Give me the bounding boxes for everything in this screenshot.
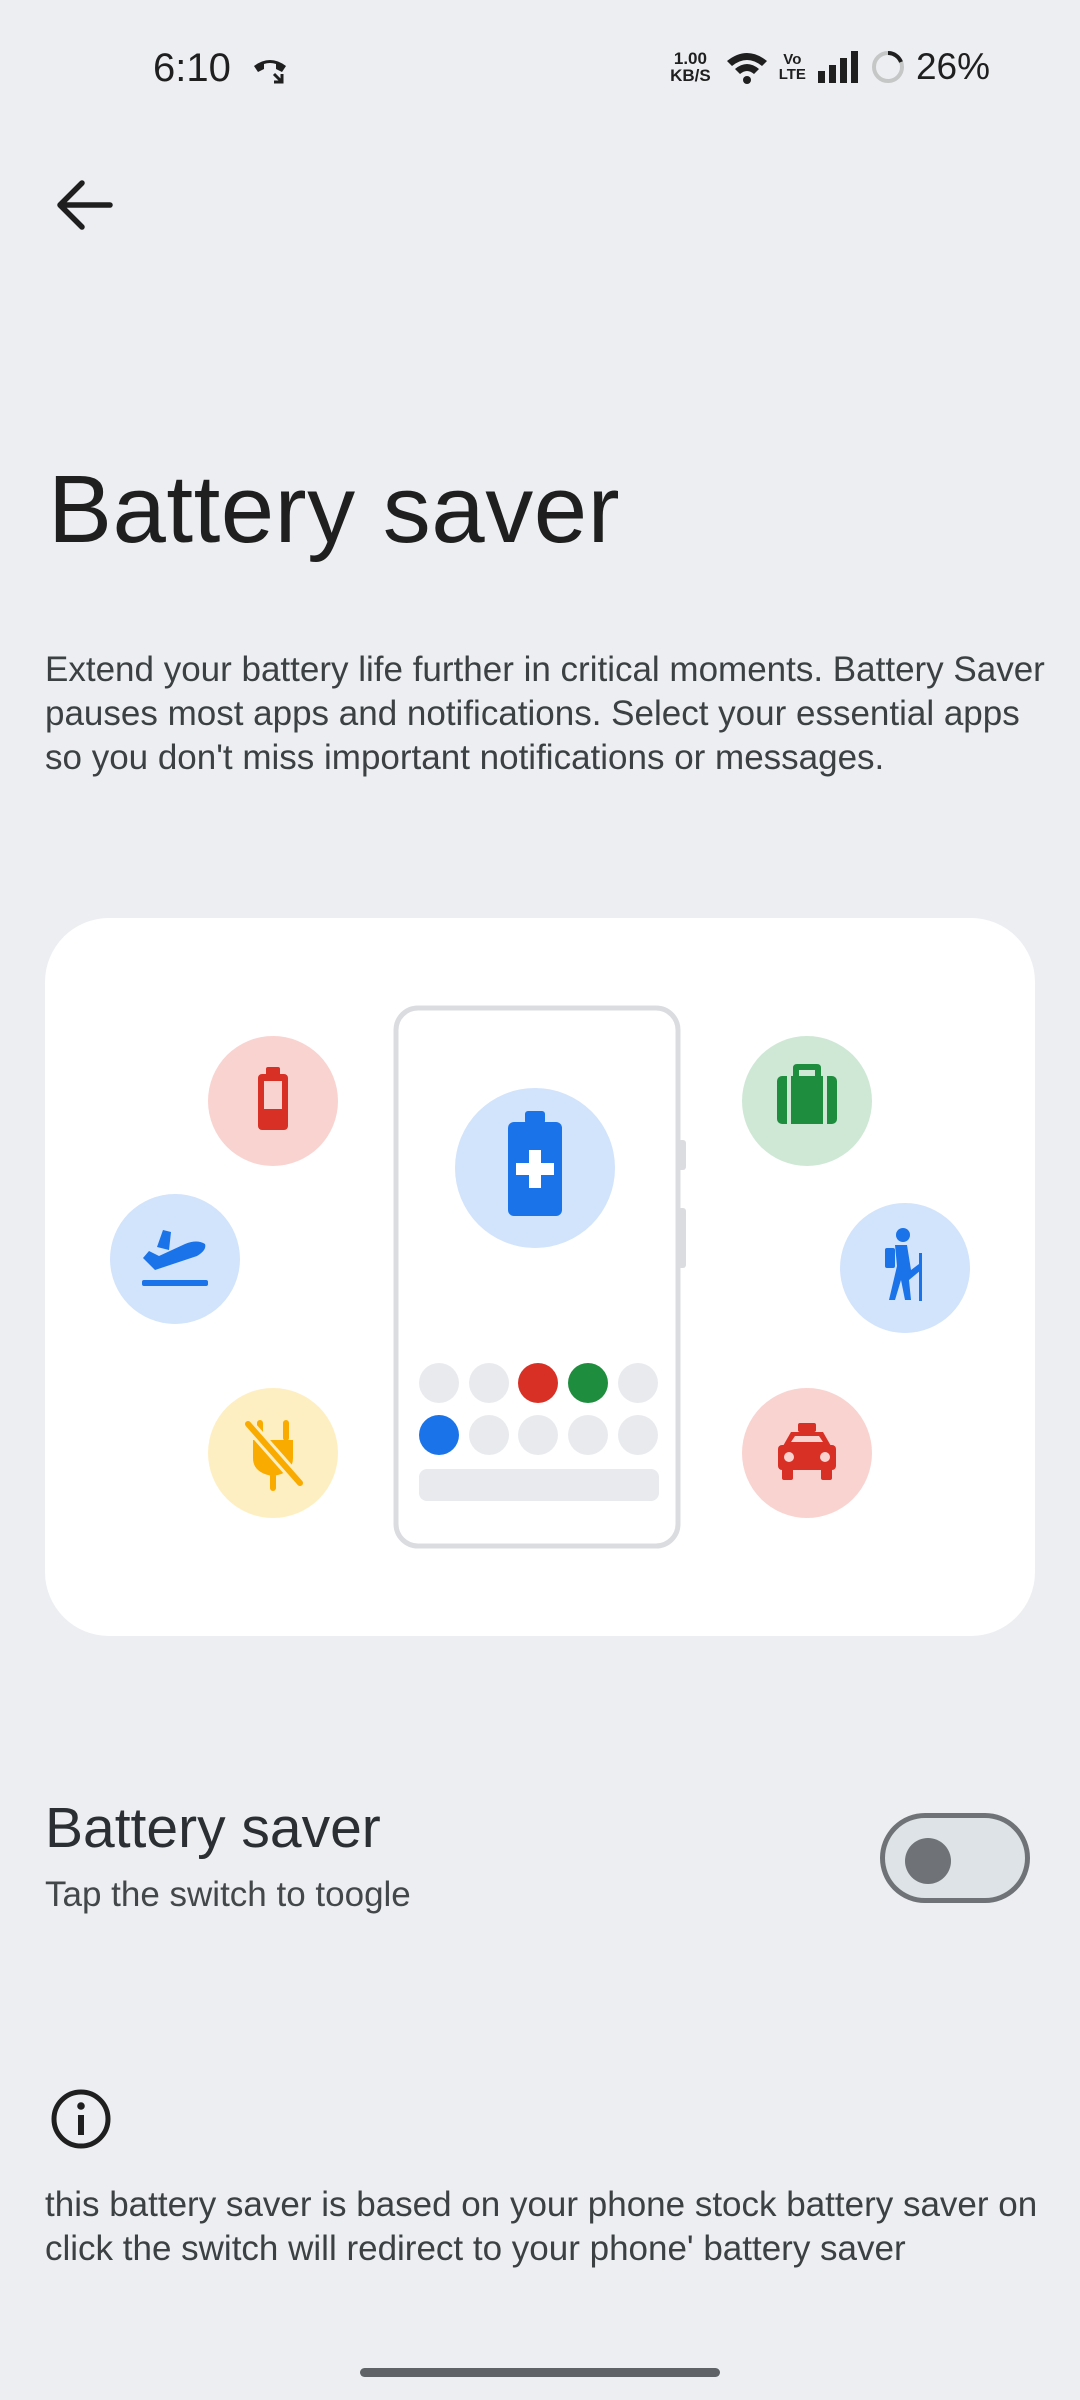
speed-value: 1.00 bbox=[673, 49, 707, 68]
app-dot bbox=[618, 1415, 658, 1455]
back-button[interactable] bbox=[50, 170, 120, 240]
status-icons: 1.00 KB/S Vo LTE 26% bbox=[670, 46, 990, 88]
volte-bottom: LTE bbox=[778, 66, 806, 83]
app-dot bbox=[518, 1363, 558, 1403]
status-time: 6:10 bbox=[153, 46, 231, 90]
info-text: this battery saver is based on your phon… bbox=[45, 2185, 1038, 2268]
arrow-left-icon bbox=[57, 180, 113, 230]
signal-icon bbox=[817, 51, 858, 83]
battery-plus-icon bbox=[508, 1111, 562, 1216]
battery-saver-switch[interactable] bbox=[880, 1813, 1030, 1903]
info-icon bbox=[51, 2089, 111, 2149]
battery-ring-icon bbox=[871, 51, 904, 83]
app-dot bbox=[568, 1363, 608, 1403]
app-dot bbox=[469, 1415, 509, 1455]
app-dot bbox=[568, 1415, 608, 1455]
app-bar bbox=[419, 1469, 659, 1501]
volte-icon: Vo LTE bbox=[779, 52, 806, 82]
app-dot bbox=[618, 1363, 658, 1403]
phone-button bbox=[678, 1140, 686, 1170]
home-indicator[interactable] bbox=[360, 2368, 720, 2377]
setting-subtitle: Tap the switch to toogle bbox=[45, 1875, 411, 1914]
speed-unit: KB/S bbox=[670, 66, 711, 85]
phone-button bbox=[678, 1208, 686, 1268]
app-dot bbox=[518, 1415, 558, 1455]
battery-saver-illustration bbox=[110, 1005, 970, 1549]
page-title: Battery saver bbox=[48, 456, 621, 563]
app-dot bbox=[419, 1415, 459, 1455]
status-bar: 6:10 1.00 KB/S Vo LTE 26% bbox=[0, 0, 1080, 145]
volte-top: Vo bbox=[783, 51, 802, 68]
battery-percent: 26% bbox=[915, 46, 990, 87]
app-dot bbox=[419, 1363, 459, 1403]
wifi-icon bbox=[726, 53, 767, 84]
illustration-card bbox=[45, 918, 1035, 1636]
network-speed: 1.00 KB/S bbox=[670, 50, 711, 84]
description: Extend your battery life further in crit… bbox=[45, 650, 1045, 777]
setting-title: Battery saver bbox=[45, 1796, 381, 1860]
call-icon bbox=[254, 60, 286, 84]
app-dot bbox=[469, 1363, 509, 1403]
switch-thumb bbox=[905, 1838, 951, 1884]
battery-low-icon bbox=[258, 1067, 288, 1130]
